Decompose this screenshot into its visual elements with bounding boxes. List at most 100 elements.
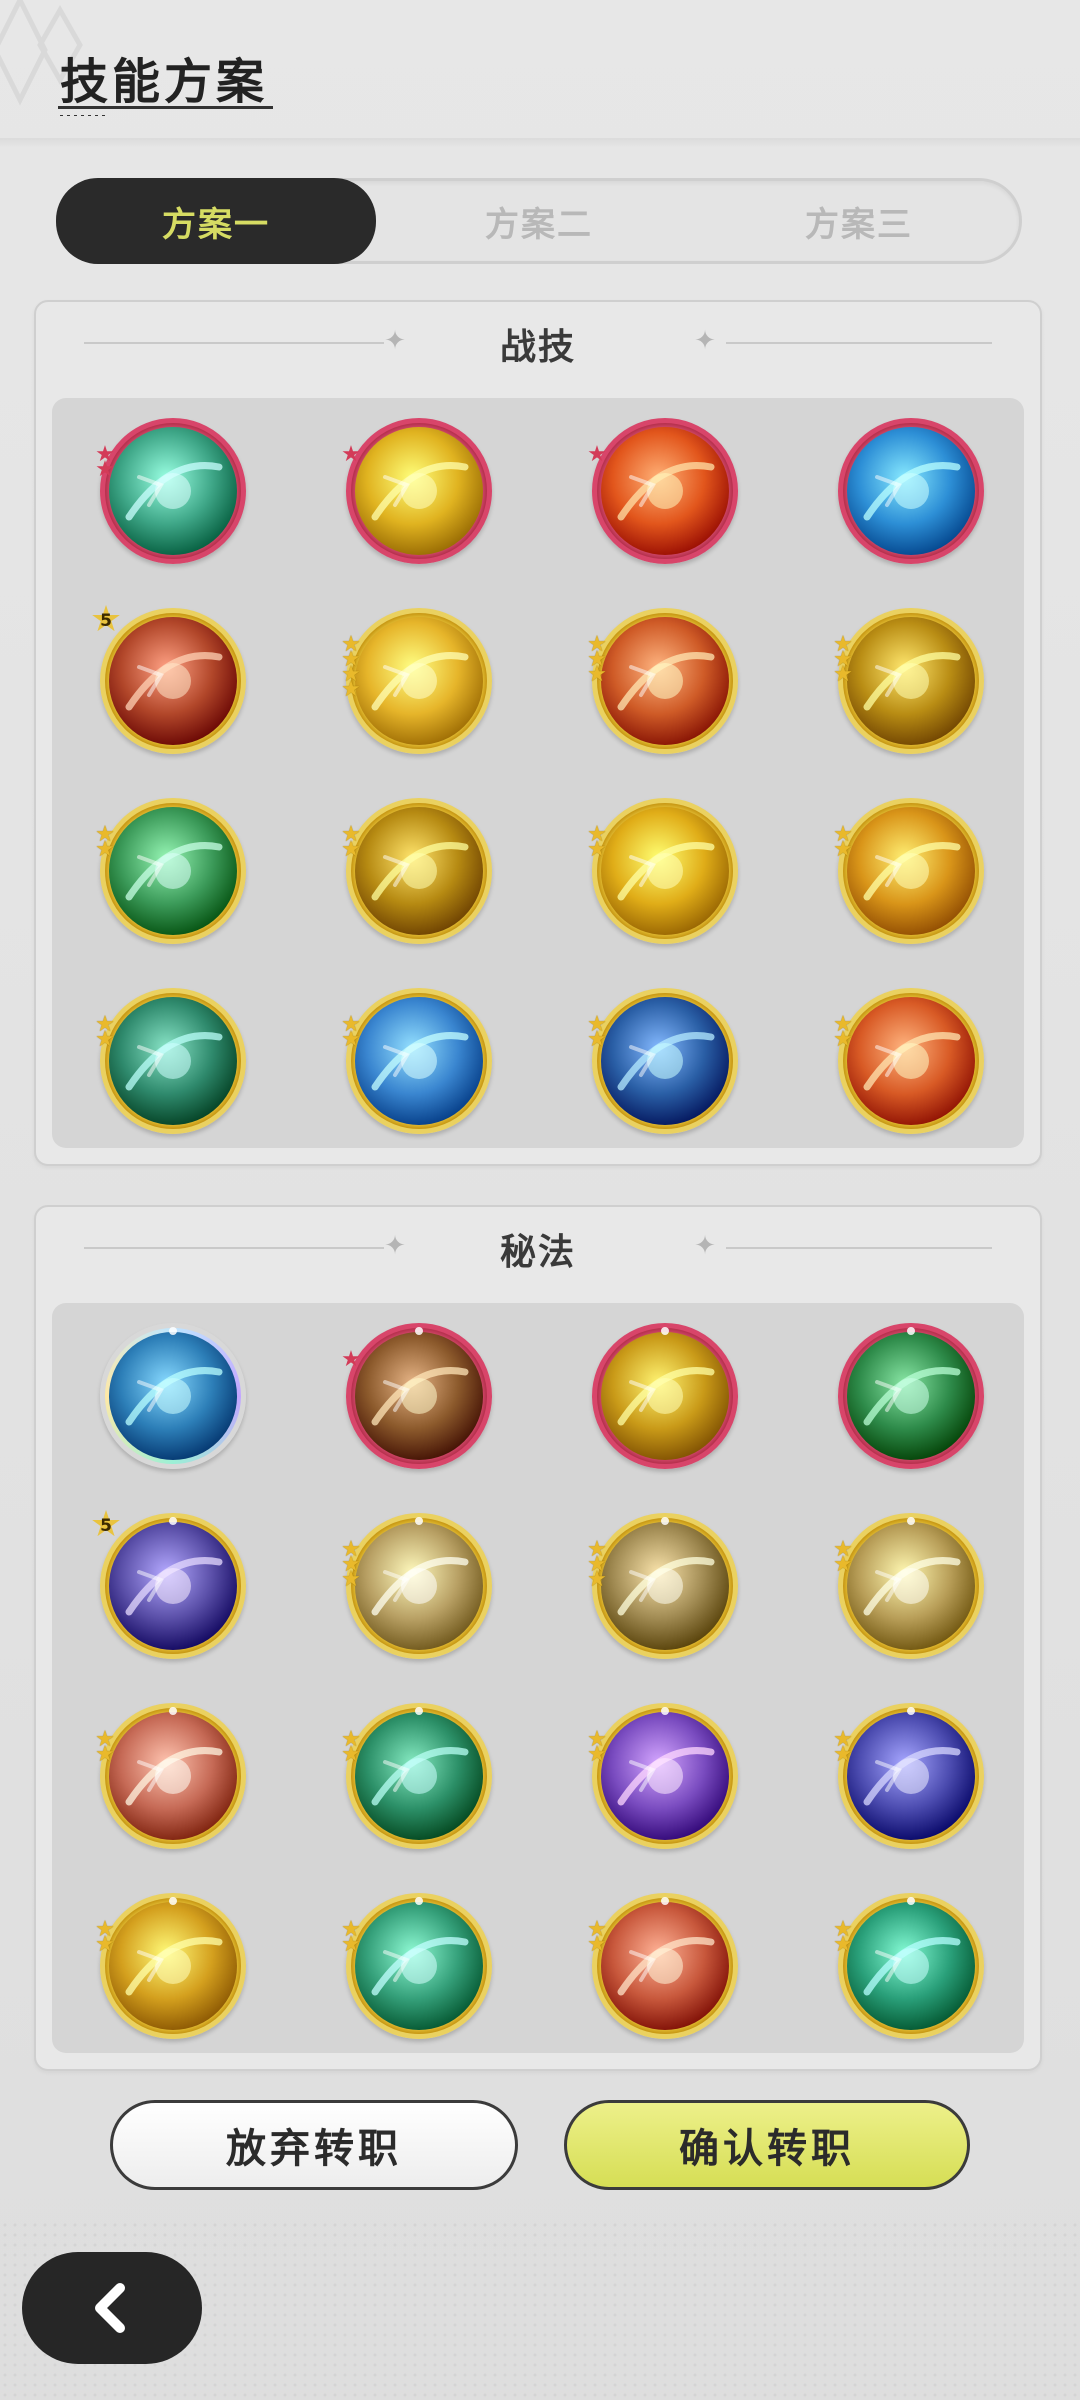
header-divider — [0, 138, 1080, 148]
skill-slot[interactable]: ★ ★ — [587, 988, 738, 1134]
rank-star-icon: ★ — [95, 1742, 115, 1767]
skill-slot[interactable]: ★ — [341, 1323, 492, 1469]
radiant-burst-icon — [109, 1902, 237, 2030]
frame-notch — [169, 1327, 177, 1335]
tab-plan-3[interactable]: 方案三 — [699, 181, 1019, 261]
skill-slot[interactable]: ★ ★ — [833, 1513, 984, 1659]
arcane-skills-panel: ✦ 秘法 ✦ ★ ★ 5 ★ ★ ★ ★ ★ ★ ★ ★ ★ ★ ★ ★ ★ ★ ★ ★ ★ ★ ★ ★ ★ ★ ★ ★ — [34, 1205, 1042, 2071]
frame-notch — [169, 1517, 177, 1525]
skill-slot[interactable] — [592, 1323, 738, 1469]
rank-star-icon: ★ — [341, 677, 361, 702]
lightning-orb-icon — [355, 427, 483, 555]
skill-slot[interactable]: ★ ★ — [833, 798, 984, 944]
skill-slot[interactable]: ★ ★ — [587, 1893, 738, 2039]
skill-slot[interactable]: ★ ★ — [95, 1893, 246, 2039]
rank-star-icon: ★ — [587, 1027, 607, 1052]
flame-heart-icon — [109, 1712, 237, 1840]
skill-slot[interactable]: ★ ★ ★ ★ — [341, 608, 492, 754]
skill-slot[interactable]: ★ — [341, 418, 492, 564]
skill-slot[interactable]: ★ ★ ★ — [341, 1513, 492, 1659]
skill-slot[interactable]: ★ 5 — [90, 1507, 246, 1659]
star-rank-badge: ★ 5 — [89, 599, 123, 640]
water-crystal-icon — [109, 1332, 237, 1460]
panel-header: ✦ 战技 ✦ — [36, 302, 1040, 392]
lightning-slash-icon — [355, 807, 483, 935]
skill-slot[interactable]: ★ ★ — [95, 1703, 246, 1849]
frame-notch — [415, 1517, 423, 1525]
rank-star-icon: ★ — [95, 1027, 115, 1052]
plan-tabs: 方案一 方案二 方案三 — [56, 178, 1022, 264]
section-title-combat: 战技 — [499, 327, 576, 368]
confirm-job-change-button[interactable]: 确认转职 — [564, 2100, 970, 2190]
rank-star-icon: ★ — [95, 457, 115, 482]
frame-notch — [415, 1897, 423, 1905]
combat-skill-grid[interactable]: ★ ★ ★ ★ ★ 5 ★ ★ ★ ★ ★ ★ ★ ★ ★ ★ ★ ★ ★ ★ ★ ★ ★ ★ ★ ★ ★ ★ ★ ★ ★ ★ — [52, 398, 1024, 1148]
rank-star-icon: ★ — [587, 442, 607, 467]
rank-star-icon: ★ — [587, 1567, 607, 1592]
jade-spirit-icon — [847, 1902, 975, 2030]
purple-swirl-icon — [601, 1712, 729, 1840]
skill-slot[interactable] — [838, 418, 984, 564]
skill-slot[interactable]: ★ ★ — [833, 1703, 984, 1849]
sun-meditation-icon — [601, 1332, 729, 1460]
skill-slot[interactable]: ★ ★ — [833, 1893, 984, 2039]
ember-spirit-icon — [601, 1902, 729, 2030]
rank-star-icon: ★ — [341, 1027, 361, 1052]
frame-notch — [907, 1517, 915, 1525]
light-burst-icon — [847, 807, 975, 935]
chevron-left-icon — [95, 2283, 125, 2333]
skill-slot[interactable]: ★ ★ ★ — [587, 1513, 738, 1659]
frame-notch — [661, 1517, 669, 1525]
flame-swirl-icon — [601, 617, 729, 745]
skill-slot[interactable]: ★ ★ — [341, 1893, 492, 2039]
skill-slot[interactable]: ★ ★ — [341, 988, 492, 1134]
combat-skills-panel: ✦ 战技 ✦ ★ ★ ★ ★ ★ 5 ★ ★ ★ ★ ★ ★ ★ ★ ★ ★ ★ ★ ★ ★ ★ ★ ★ ★ ★ ★ ★ ★ ★ ★ ★ ★ — [34, 300, 1042, 1166]
divider-line — [726, 1247, 992, 1249]
skill-slot[interactable]: ★ ★ — [833, 988, 984, 1134]
rank-star-icon: ★ — [833, 662, 853, 687]
abandon-job-change-button[interactable]: 放弃转职 — [110, 2100, 518, 2190]
skill-slot[interactable]: ★ ★ ★ — [587, 608, 738, 754]
rank-star-icon: ★ — [833, 837, 853, 862]
starlight-icon — [847, 1712, 975, 1840]
rank-star-icon: ★ — [587, 662, 607, 687]
tab-plan-2[interactable]: 方案二 — [379, 181, 699, 261]
frame-notch — [907, 1897, 915, 1905]
arcane-skill-grid[interactable]: ★ ★ 5 ★ ★ ★ ★ ★ ★ ★ ★ ★ ★ ★ ★ ★ ★ ★ ★ ★ ★ ★ ★ ★ ★ ★ ★ — [52, 1303, 1024, 2053]
divider-line — [726, 342, 992, 344]
fire-burst-icon — [601, 427, 729, 555]
frame-notch — [661, 1707, 669, 1715]
skill-slot[interactable] — [838, 1323, 984, 1469]
water-vortex-icon — [847, 427, 975, 555]
skill-slot[interactable]: ★ — [587, 418, 738, 564]
ice-shard-icon — [355, 997, 483, 1125]
skill-slot[interactable]: ★ ★ — [587, 798, 738, 944]
rank-star-icon: ★ — [833, 1552, 853, 1577]
back-button[interactable] — [22, 2252, 202, 2364]
wind-slash-icon — [109, 807, 237, 935]
title-underline — [58, 106, 273, 109]
skill-slot[interactable]: ★ ★ — [341, 798, 492, 944]
gold-crystal-icon — [847, 617, 975, 745]
skill-slot[interactable]: ★ 5 — [90, 602, 246, 754]
rank-star-icon: ★ — [341, 1347, 361, 1372]
sparkle-icon: ✦ — [694, 1231, 716, 1261]
skill-slot[interactable] — [100, 1323, 246, 1469]
rank-star-icon: ★ — [95, 1932, 115, 1957]
rank-star-icon: ★ — [587, 1742, 607, 1767]
star-rank-badge: ★ 5 — [89, 1504, 123, 1545]
frame-notch — [907, 1707, 915, 1715]
skill-slot[interactable]: ★ ★ — [587, 1703, 738, 1849]
skill-slot[interactable]: ★ ★ — [95, 418, 246, 564]
meteor-icon — [109, 617, 237, 745]
nature-heart-icon — [355, 1712, 483, 1840]
skill-slot[interactable]: ★ ★ ★ — [833, 608, 984, 754]
rank-star-icon: ★ — [341, 1742, 361, 1767]
tab-plan-1[interactable]: 方案一 — [56, 178, 376, 264]
page-title: 技能方案 — [60, 54, 269, 110]
rank-star-icon: ★ — [341, 837, 361, 862]
skill-slot[interactable]: ★ ★ — [341, 1703, 492, 1849]
frame-notch — [661, 1897, 669, 1905]
skill-slot[interactable]: ★ ★ — [95, 798, 246, 944]
skill-slot[interactable]: ★ ★ — [95, 988, 246, 1134]
